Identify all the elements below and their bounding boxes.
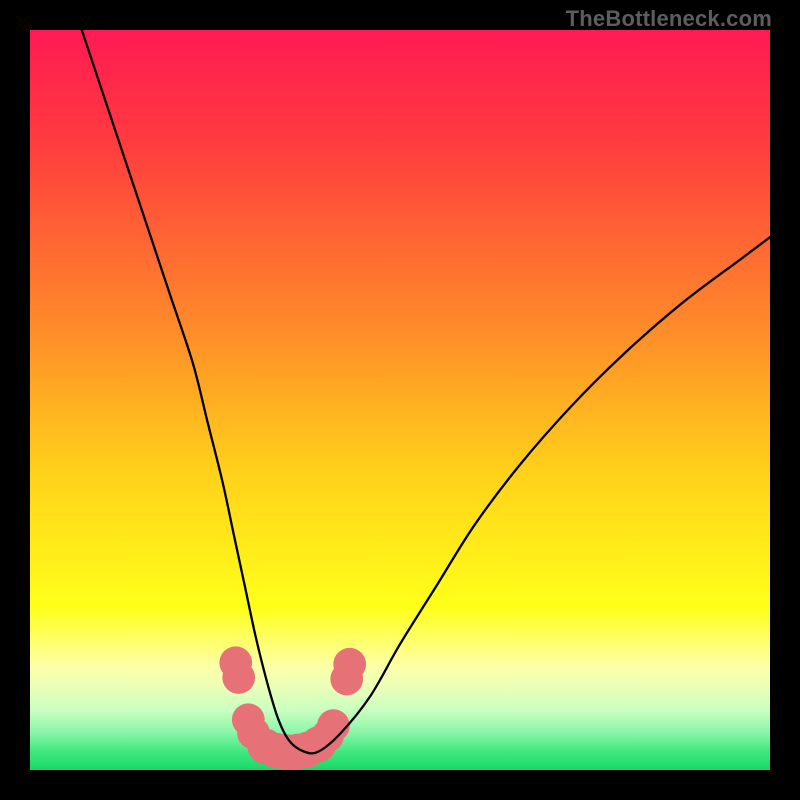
chart-frame: TheBottleneck.com [0,0,800,800]
data-point [222,661,255,694]
watermark-text: TheBottleneck.com [566,6,772,32]
curve-layer [30,30,770,770]
plot-area [30,30,770,770]
bottleneck-curve [82,30,770,753]
data-point [317,709,350,742]
data-point [333,648,366,681]
